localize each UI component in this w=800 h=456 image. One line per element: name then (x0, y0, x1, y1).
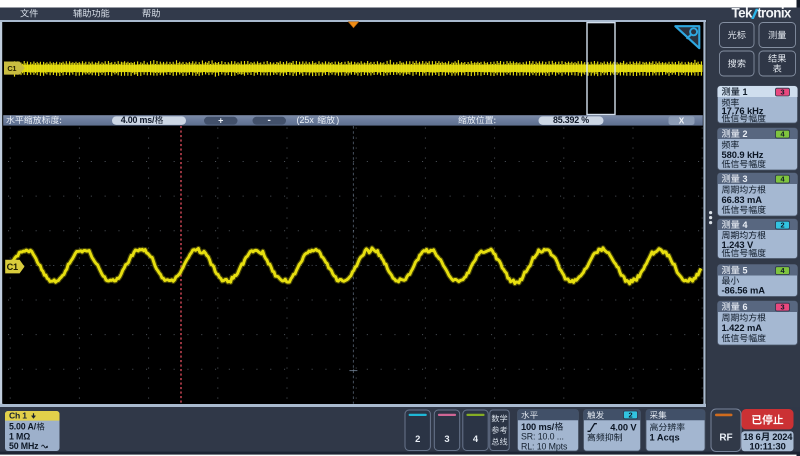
svg-text:4: 4 (473, 433, 479, 444)
svg-text:5: 5 (743, 265, 748, 275)
svg-text:4.00 V: 4.00 V (610, 422, 637, 432)
svg-text:C1: C1 (7, 64, 16, 73)
svg-text:1.422 mA: 1.422 mA (722, 322, 763, 333)
svg-text:1.243 V: 1.243 V (722, 239, 754, 250)
svg-text:tronix: tronix (757, 5, 792, 20)
svg-text:2024: 2024 (772, 431, 793, 442)
svg-text:-: - (268, 115, 271, 126)
svg-text:18 6: 18 6 (743, 431, 760, 442)
svg-text:(25x: (25x (297, 115, 315, 125)
svg-text:RL: 10 Mpts: RL: 10 Mpts (521, 441, 568, 451)
svg-text:4.00 ms/: 4.00 ms/ (121, 115, 155, 125)
svg-text:4: 4 (743, 220, 748, 230)
svg-text:1 MΩ: 1 MΩ (9, 431, 30, 441)
svg-text:C1: C1 (7, 262, 18, 272)
svg-text:Tek: Tek (732, 5, 753, 20)
svg-text:2: 2 (415, 433, 420, 444)
svg-text:100 ms/: 100 ms/ (521, 422, 555, 432)
svg-text:2: 2 (628, 410, 632, 419)
svg-text:3: 3 (780, 88, 784, 97)
svg-text:3: 3 (444, 433, 449, 444)
svg-text:580.9 kHz: 580.9 kHz (722, 149, 764, 160)
svg-text:3: 3 (780, 303, 784, 312)
svg-text:85.392 %: 85.392 % (553, 115, 589, 125)
svg-text:10:11:30: 10:11:30 (749, 442, 785, 453)
svg-text:6: 6 (743, 302, 748, 312)
svg-text:-86.56 mA: -86.56 mA (722, 285, 766, 296)
svg-text:5.00 A/: 5.00 A/ (9, 422, 37, 432)
svg-text:2: 2 (780, 221, 784, 230)
svg-text:Ch 1: Ch 1 (9, 411, 27, 421)
svg-text:3: 3 (743, 174, 748, 184)
svg-text:+: + (218, 115, 223, 125)
svg-text:RF: RF (719, 433, 732, 444)
svg-text:2: 2 (743, 129, 748, 139)
svg-text:1 Acqs: 1 Acqs (650, 433, 680, 443)
svg-text:66.83 mA: 66.83 mA (722, 194, 763, 205)
svg-text:50 MHz: 50 MHz (9, 441, 39, 451)
svg-text:X: X (679, 117, 685, 126)
svg-text:1: 1 (743, 87, 748, 97)
svg-text:SR: 10.0 ...: SR: 10.0 ... (521, 432, 564, 442)
svg-text:): ) (336, 115, 339, 125)
